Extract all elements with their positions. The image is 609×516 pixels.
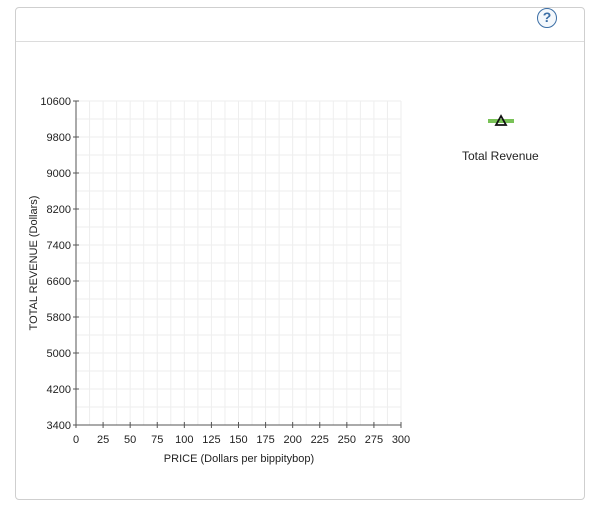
y-tick-label: 7400 [47,240,71,252]
x-tick-label: 175 [256,434,274,446]
x-tick-label: 150 [229,434,247,446]
y-tick-label: 8200 [47,204,71,216]
y-tick-label: 9000 [47,168,71,180]
y-tick-label: 5800 [47,312,71,324]
y-tick-label: 10600 [40,96,71,108]
x-tick-label: 100 [175,434,193,446]
y-tick-label: 4200 [47,384,71,396]
x-tick-label: 25 [97,434,109,446]
x-tick-label: 275 [365,434,383,446]
x-tick-label: 75 [151,434,163,446]
chart-grid [75,100,402,426]
x-tick-label: 225 [311,434,329,446]
x-axis-label: PRICE (Dollars per bippitybop) [164,453,314,465]
y-axis-label: TOTAL REVENUE (Dollars) [28,196,40,331]
legend-label-total-revenue: Total Revenue [462,149,539,163]
x-tick-label: 50 [124,434,136,446]
legend-triangle-icon[interactable] [488,114,514,126]
y-tick-label: 5000 [47,348,71,360]
y-tick-label: 3400 [47,420,71,432]
x-tick-label: 250 [338,434,356,446]
x-tick-label: 0 [73,434,79,446]
total-revenue-chart: 0 25 50 75 100 125 150 175 200 225 250 275 300 3400 42… [28,96,514,465]
x-tick-label: 300 [392,434,410,446]
x-tick-label: 200 [283,434,301,446]
y-tick-label: 9800 [47,132,71,144]
x-tick-label: 125 [202,434,220,446]
y-tick-label: 6600 [47,276,71,288]
